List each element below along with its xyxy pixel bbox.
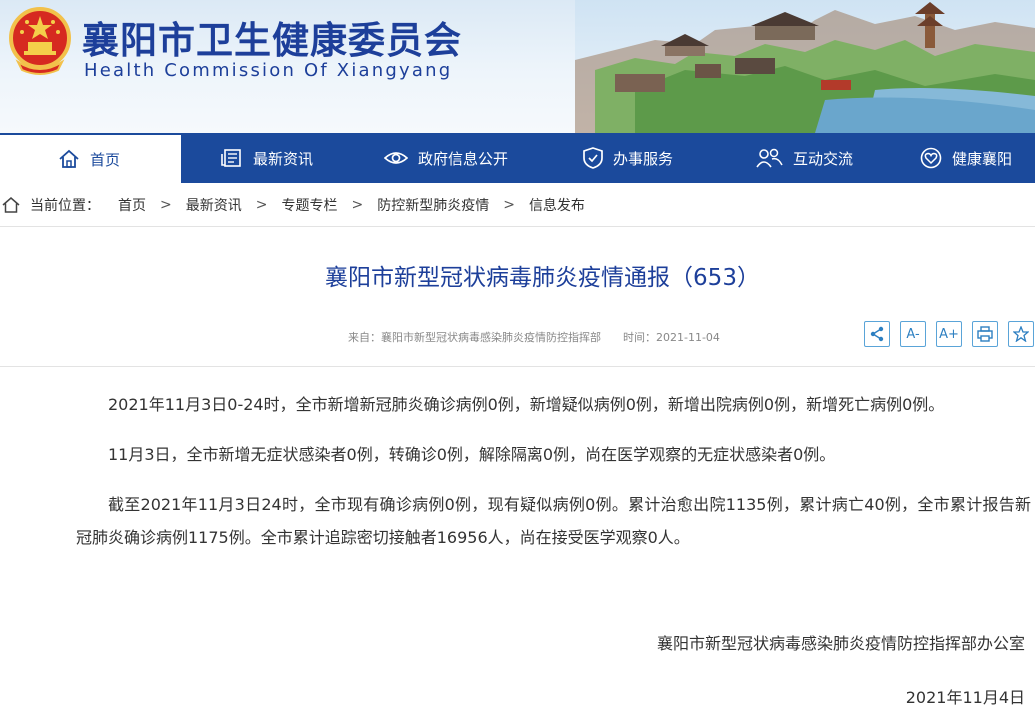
- print-icon: [977, 326, 993, 342]
- banner-scenery-image: [575, 0, 1035, 133]
- site-title: 襄阳市卫生健康委员会: [82, 19, 462, 62]
- print-button[interactable]: [972, 321, 998, 347]
- article-paragraph: 11月3日，全市新增无症状感染者0例，转确诊0例，解除隔离0例，尚在医学观察的无…: [108, 445, 836, 464]
- font-decrease-label: A-: [906, 326, 920, 342]
- home-icon: [2, 196, 20, 213]
- font-increase-label: A+: [939, 326, 959, 342]
- newspaper-icon: [221, 149, 241, 167]
- article-source: 来自：襄阳市新型冠状病毒感染肺炎疫情防控指挥部: [348, 331, 601, 344]
- breadcrumb: 当前位置： 首页 > 最新资讯 > 专题专栏 > 防控新型肺炎疫情 > 信息发布: [0, 183, 1035, 227]
- nav-item-label: 政府信息公开: [418, 149, 509, 168]
- article-date: 2021年11月4日: [905, 688, 1025, 707]
- nav-item-label: 办事服务: [613, 149, 674, 168]
- article-time: 时间：2021-11-04: [623, 331, 720, 344]
- star-icon: [1013, 326, 1029, 342]
- breadcrumb-item-epidemic[interactable]: 防控新型肺炎疫情: [377, 195, 489, 215]
- nav-item-news[interactable]: 最新资讯: [181, 133, 341, 183]
- share-icon: [870, 326, 884, 342]
- shield-icon: [583, 147, 603, 169]
- breadcrumb-item-home[interactable]: 首页: [118, 195, 146, 215]
- breadcrumb-item-release[interactable]: 信息发布: [529, 195, 585, 215]
- article-body: 2021年11月3日0-24时，全市新增新冠肺炎确诊病例0例，新增疑似病例0例，…: [76, 388, 1031, 571]
- breadcrumb-item-news[interactable]: 最新资讯: [186, 195, 242, 215]
- nav-item-interaction[interactable]: 互动交流: [717, 133, 898, 183]
- nav-item-label: 最新资讯: [253, 149, 314, 168]
- content-divider: [0, 366, 1035, 367]
- nav-item-home[interactable]: 首页: [0, 133, 181, 183]
- favorite-button[interactable]: [1008, 321, 1034, 347]
- nav-item-healthy-xiangyang[interactable]: 健康襄阳: [898, 133, 1035, 183]
- article-paragraph: 2021年11月3日0-24时，全市新增新冠肺炎确诊病例0例，新增疑似病例0例，…: [108, 395, 945, 414]
- breadcrumb-lead: 当前位置：: [30, 197, 100, 214]
- article-title: 襄阳市新型冠状病毒肺炎疫情通报（653）: [325, 265, 760, 291]
- eye-icon: [384, 152, 408, 164]
- home-icon: [59, 149, 79, 168]
- national-emblem-icon: [9, 7, 71, 75]
- nav-item-services[interactable]: 办事服务: [541, 133, 717, 183]
- breadcrumb-separator: >: [160, 196, 172, 213]
- heart-badge-icon: [920, 147, 942, 169]
- site-subtitle: Health Commission Of Xiangyang: [84, 60, 453, 81]
- article-signature: 襄阳市新型冠状病毒感染肺炎疫情防控指挥部办公室: [656, 634, 1025, 653]
- nav-item-gov-info[interactable]: 政府信息公开: [341, 133, 541, 183]
- article-paragraph: 截至2021年11月3日24时，全市现有确诊病例0例，现有疑似病例0例。累计治愈…: [76, 495, 1031, 547]
- nav-item-label: 健康襄阳: [952, 149, 1013, 168]
- font-decrease-button[interactable]: A-: [900, 321, 926, 347]
- font-increase-button[interactable]: A+: [936, 321, 962, 347]
- nav-item-label: 首页: [90, 150, 121, 169]
- article-toolbar: A- A+: [864, 321, 1035, 347]
- breadcrumb-separator: >: [351, 196, 364, 213]
- main-nav: 首页 最新资讯 政府信息公开 办事服务 互动交流 健康襄阳: [0, 133, 1035, 183]
- people-icon: [756, 148, 783, 168]
- share-button[interactable]: [864, 321, 890, 347]
- site-header: 襄阳市卫生健康委员会 Health Commission Of Xiangyan…: [0, 0, 1035, 133]
- nav-item-label: 互动交流: [793, 149, 854, 168]
- article-meta: 来自：襄阳市新型冠状病毒感染肺炎疫情防控指挥部 时间：2021-11-04: [348, 329, 720, 345]
- breadcrumb-separator: >: [255, 196, 268, 213]
- breadcrumb-item-special[interactable]: 专题专栏: [281, 195, 337, 215]
- breadcrumb-separator: >: [503, 196, 515, 213]
